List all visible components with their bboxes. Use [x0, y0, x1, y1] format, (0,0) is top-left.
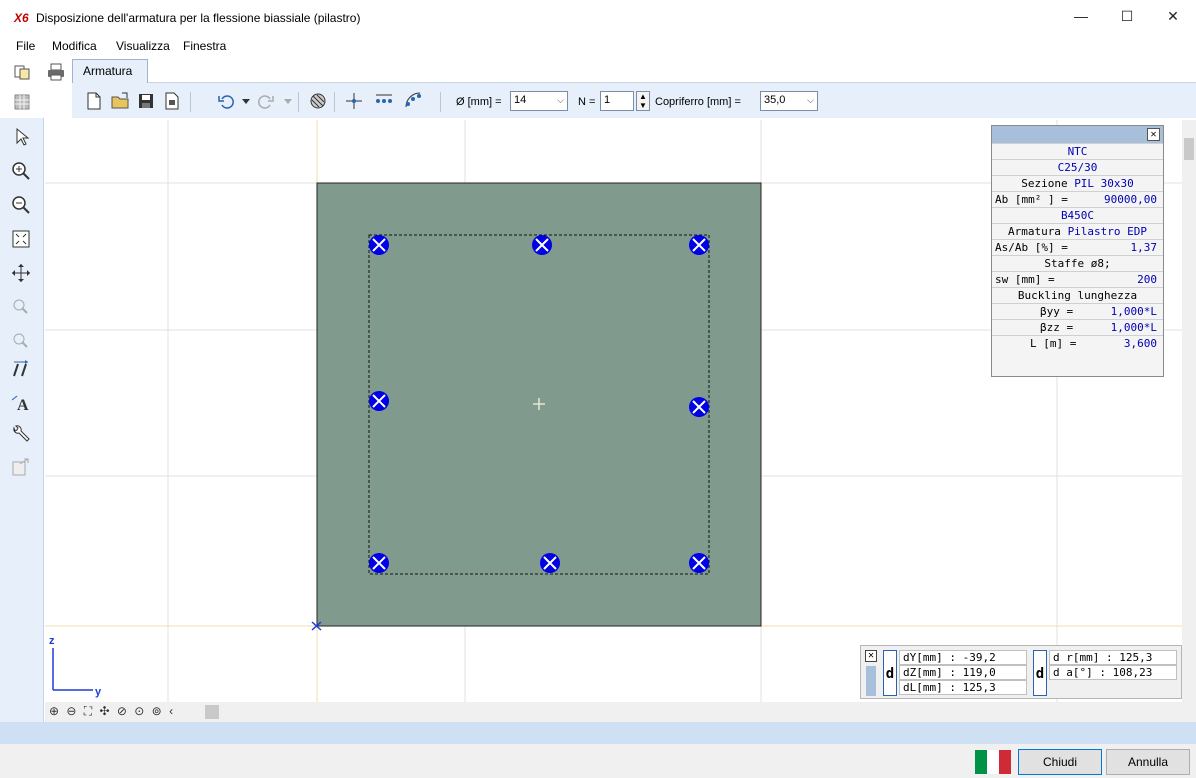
app-logo: X6 — [14, 11, 29, 25]
status-bar — [0, 722, 1196, 744]
rebar[interactable] — [689, 397, 709, 417]
maximize-button[interactable]: ☐ — [1104, 0, 1150, 32]
dialog-footer: Chiudi Annulla — [0, 744, 1196, 778]
concrete-row: C25/30 — [992, 159, 1163, 175]
chiudi-button[interactable]: Chiudi — [1018, 749, 1102, 775]
menu-modifica[interactable]: Modifica — [52, 39, 97, 53]
annulla-button[interactable]: Annulla — [1106, 749, 1190, 775]
buckling-row: Buckling lunghezza — [992, 287, 1163, 303]
axis-y-label: y — [95, 686, 102, 698]
export-icon[interactable] — [162, 91, 182, 111]
rebar[interactable] — [369, 553, 389, 573]
dy-field: dY[mm] : -39,2 — [899, 650, 1027, 665]
zoom-out-icon[interactable] — [10, 194, 32, 216]
byy-row: βyy = 1,000*L — [992, 303, 1163, 319]
pan-icon[interactable] — [10, 262, 32, 284]
axes-indicator: z y — [49, 635, 102, 698]
window-title: Disposizione dell'armatura per la flessi… — [36, 11, 361, 25]
cover-label: Copriferro [mm] = — [655, 96, 741, 108]
asab-row: As/Ab [%] = 1,37 — [992, 239, 1163, 255]
menu-file[interactable]: File — [16, 39, 35, 53]
left-toolstrip: A — [0, 118, 44, 722]
n-input[interactable]: 1 — [600, 91, 634, 111]
steel-row: B450C — [992, 207, 1163, 223]
delta-box: d — [883, 650, 897, 696]
bar-row-icon[interactable] — [374, 91, 394, 111]
new-file-icon[interactable] — [84, 91, 104, 111]
delta-polar-box: d — [1033, 650, 1047, 696]
axis-z-label: z — [49, 635, 55, 647]
pointer-icon[interactable] — [10, 126, 32, 148]
bar-arc-icon[interactable] — [404, 91, 424, 111]
dimension-icon[interactable] — [10, 358, 32, 380]
zoom-extents-icon[interactable] — [10, 228, 32, 250]
zoom-in-icon[interactable] — [10, 160, 32, 182]
export-drawing-icon — [12, 458, 29, 476]
sw-row: sw [mm] = 200 — [992, 271, 1163, 287]
redo-icon — [258, 95, 274, 109]
minimize-button[interactable]: — — [1058, 0, 1104, 32]
l-row: L [m] = 3,600 — [992, 335, 1163, 351]
dr-field: d r[mm] : 125,3 — [1049, 650, 1177, 665]
diameter-label: Ø [mm] = — [456, 96, 502, 108]
bzz-row: βzz = 1,000*L — [992, 319, 1163, 335]
rebar[interactable] — [532, 235, 552, 255]
grid-icon[interactable] — [12, 92, 32, 112]
diameter-select[interactable]: 14 ⌵ — [510, 91, 568, 111]
cover-select[interactable]: 35,0 ⌵ — [760, 91, 818, 111]
section-row: Sezione PIL 30x30 — [992, 175, 1163, 191]
app-window: X6 Disposizione dell'armatura per la fle… — [0, 0, 1196, 778]
menu-bar: File Modifica Visualizza Finestra — [0, 36, 1196, 56]
horizontal-scrollbar[interactable]: ⊕ ⊖ ⛶ ✣ ⊘ ⊙ ⊚ ‹ — [45, 702, 1196, 722]
n-stepper[interactable]: ▲ ▼ — [636, 91, 650, 111]
norm-row: NTC — [992, 143, 1163, 159]
measure-close-icon[interactable]: ✕ — [865, 650, 877, 662]
zoom-next-icon — [13, 333, 28, 348]
print-icon[interactable] — [46, 62, 66, 82]
measure-panel: ✕ d dY[mm] : -39,2 dZ[mm] : 119,0 dL[mm]… — [860, 645, 1182, 699]
undo-dropdown-icon[interactable] — [236, 91, 256, 111]
section-info-panel: ✕ NTC C25/30 Sezione PIL 30x30 Ab [mm² ]… — [991, 125, 1164, 377]
copy-icon[interactable] — [12, 62, 32, 82]
rebar[interactable] — [689, 553, 709, 573]
chevron-down-icon: ⌵ — [807, 95, 814, 105]
menu-visualizza[interactable]: Visualizza — [116, 39, 170, 53]
rebar[interactable] — [689, 235, 709, 255]
wrench-icon[interactable] — [10, 424, 32, 446]
select-bar-icon[interactable] — [344, 91, 364, 111]
redo-dropdown-icon — [284, 99, 292, 104]
save-icon[interactable] — [136, 91, 156, 111]
armatura-row: Armatura Pilastro EDP — [992, 223, 1163, 239]
angle-field: d a[°] : 108,23 — [1049, 665, 1177, 680]
rebar[interactable] — [369, 391, 389, 411]
svg-text:A: A — [17, 397, 29, 414]
language-flag-icon[interactable] — [975, 750, 1011, 774]
rebar[interactable] — [540, 553, 560, 573]
chevron-down-icon: ⌵ — [557, 95, 564, 105]
dl-field: dL[mm] : 125,3 — [899, 680, 1027, 695]
dz-field: dZ[mm] : 119,0 — [899, 665, 1027, 680]
text-icon[interactable]: A — [10, 392, 32, 414]
toolbar-area: Armatura Ø [mm] = 14 ⌵ N = 1 ▲ ▼ Coprife… — [0, 56, 1196, 118]
hatch-section-icon[interactable] — [308, 91, 328, 111]
vertical-scrollbar[interactable] — [1182, 120, 1196, 702]
staffe-row: Staffe ø8; — [992, 255, 1163, 271]
open-file-icon[interactable] — [110, 91, 130, 111]
menu-finestra[interactable]: Finestra — [183, 39, 226, 53]
ab-row: Ab [mm² ] = 90000,00 — [992, 191, 1163, 207]
close-button[interactable]: ✕ — [1150, 0, 1196, 32]
n-label: N = — [578, 96, 596, 108]
measure-side-bar — [866, 666, 876, 696]
tab-armatura[interactable]: Armatura — [72, 59, 148, 83]
rebar[interactable] — [369, 235, 389, 255]
zoom-previous-icon — [13, 299, 28, 314]
zoom-controls-icon[interactable]: ⊕ ⊖ ⛶ ✣ ⊘ ⊙ ⊚ ‹ — [49, 704, 175, 719]
panel-header — [992, 126, 1163, 143]
panel-close-icon[interactable]: ✕ — [1147, 128, 1160, 141]
title-bar: X6 Disposizione dell'armatura per la fle… — [0, 0, 1196, 36]
undo-icon[interactable] — [216, 91, 236, 111]
